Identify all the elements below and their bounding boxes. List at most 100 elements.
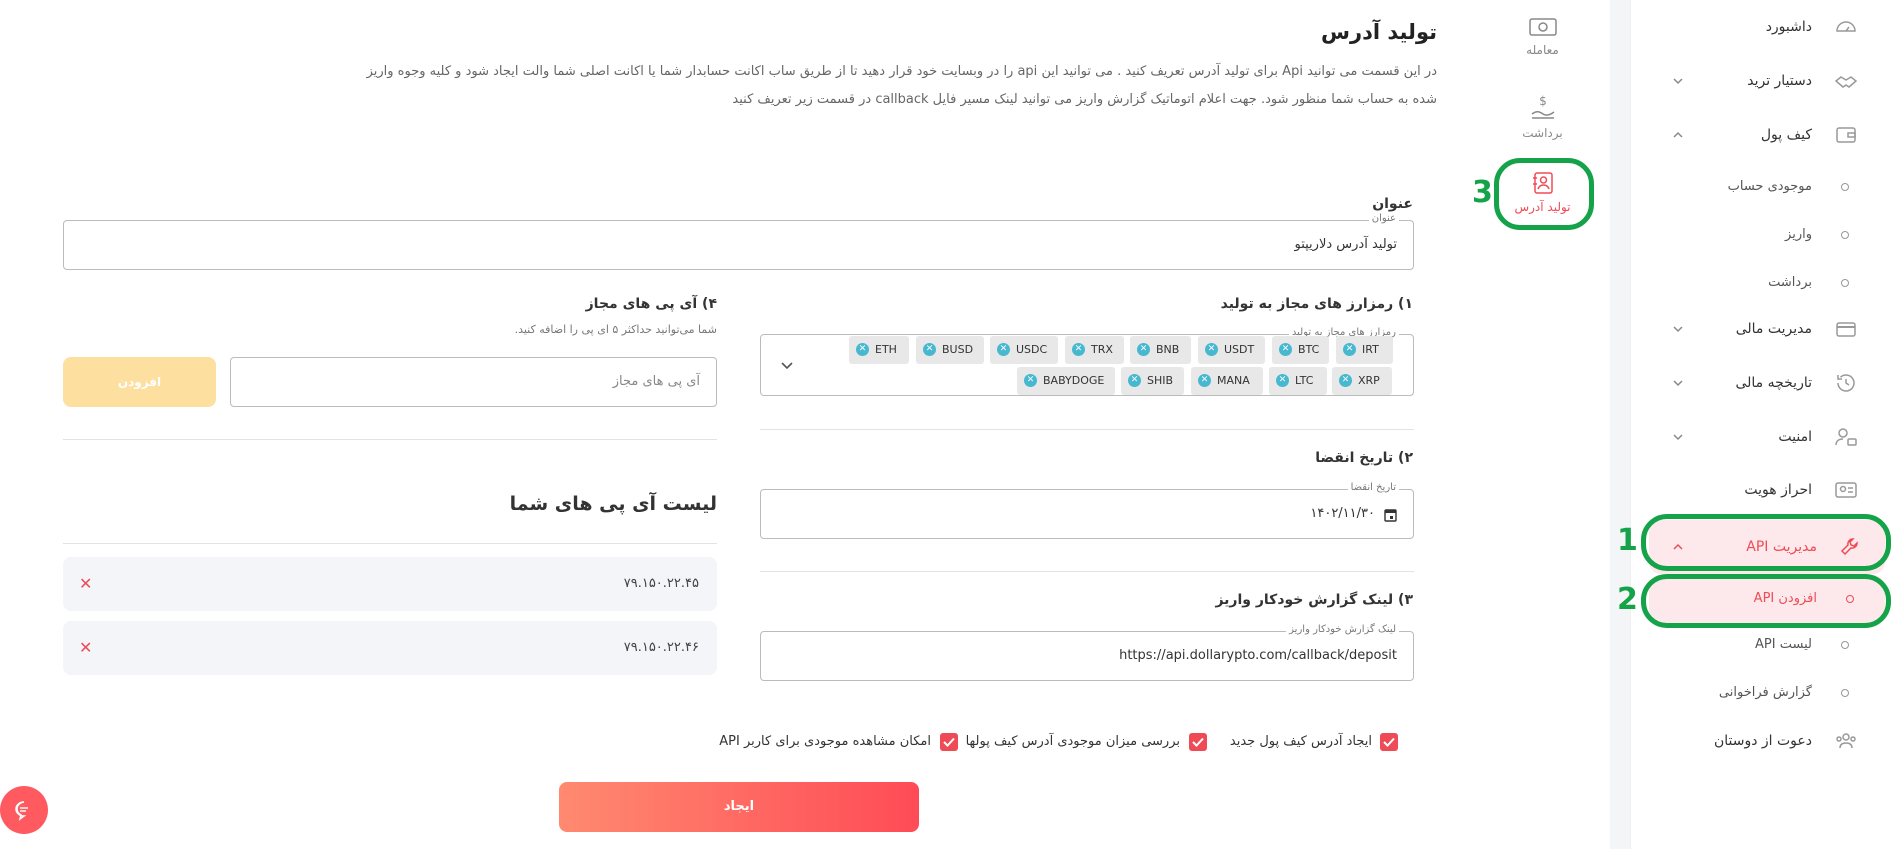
wallet-icon (1836, 127, 1856, 143)
close-icon[interactable]: ✕ (79, 621, 92, 675)
chevron-down-icon (1673, 78, 1683, 85)
sidebar-item-trade-assistant[interactable]: دستیار ترید (1631, 54, 1897, 108)
quick-action-withdraw[interactable]: $ برداشت (1475, 92, 1610, 172)
sidebar-subitem-deposit[interactable]: واریز (1631, 211, 1897, 259)
svg-text:$: $ (1539, 94, 1547, 108)
currency-chip[interactable]: ✕ BUSD (916, 336, 984, 364)
chat-button[interactable] (0, 786, 48, 834)
sidebar-item-label: موجودی حساب (1727, 179, 1812, 194)
ip-input[interactable]: آی پی های مجاز (230, 357, 717, 407)
chevron-down-icon[interactable] (779, 359, 795, 373)
expiry-date-input[interactable]: تاریخ انقضا ۱۴۰۲/۱۱/۳۰ (760, 482, 1414, 539)
quick-action-generate-address[interactable]: تولید آدرس (1475, 170, 1610, 250)
page-description-line1: در این قسمت می توانید Api برای تولید آدر… (366, 64, 1437, 79)
sidebar-item-label: افزودن API (1753, 591, 1817, 606)
currency-chip[interactable]: ✕ ETH (849, 336, 909, 364)
contact-book-icon (1532, 172, 1553, 194)
currency-chip[interactable]: ✕ LTC (1269, 367, 1327, 395)
annotation-number: 1 (1617, 523, 1638, 558)
sidebar-item-label: احراز هویت (1744, 482, 1812, 498)
divider (760, 571, 1414, 572)
close-icon[interactable]: ✕ (1276, 374, 1289, 387)
close-icon[interactable]: ✕ (1205, 343, 1218, 356)
close-icon[interactable]: ✕ (1198, 374, 1211, 387)
sidebar-item-label: مدیریت API (1746, 539, 1817, 555)
currency-chip[interactable]: ✕ USDC (990, 336, 1058, 364)
page-description-line2: شده به حساب شما منظور شود. جهت اعلام اتو… (732, 92, 1437, 107)
sidebar-subitem-add-api[interactable]: افزودن API (1649, 575, 1885, 623)
sidebar-item-label: داشبورد (1765, 19, 1812, 35)
divider (63, 439, 717, 440)
panel-separator (1610, 0, 1630, 849)
sidebar: داشبورد دستیار ترید کیف پول موجودی حساب … (1630, 0, 1897, 849)
sidebar-item-api-management[interactable]: مدیریت API (1649, 520, 1885, 574)
checkbox-new-wallet[interactable] (1380, 733, 1398, 751)
chevron-up-icon (1673, 131, 1683, 138)
close-icon[interactable]: ✕ (856, 343, 869, 356)
currency-chip[interactable]: ✕ BABYDOGE (1017, 367, 1115, 395)
close-icon[interactable]: ✕ (1339, 374, 1352, 387)
quick-action-trade[interactable]: معامله (1475, 15, 1610, 95)
sidebar-item-label: امنیت (1778, 429, 1812, 445)
sidebar-item-wallet[interactable]: کیف پول (1631, 108, 1897, 162)
sidebar-subitem-api-list[interactable]: لیست API (1631, 621, 1897, 669)
currency-chip[interactable]: ✕ USDT (1198, 336, 1265, 364)
chevron-down-icon (1673, 434, 1683, 441)
currency-chip[interactable]: ✕ TRX (1065, 336, 1124, 364)
checkbox-api-user-balance[interactable] (940, 733, 958, 751)
chat-icon (15, 801, 28, 821)
sidebar-subitem-call-report[interactable]: گزارش فراخوانی (1631, 669, 1897, 717)
ips-heading: ۴) آی پی های مجاز (585, 296, 717, 312)
currency-chip[interactable]: ✕ XRP (1332, 367, 1392, 395)
chip-label: USDC (1016, 343, 1048, 356)
currency-chip[interactable]: ✕ MANA (1191, 367, 1263, 395)
sidebar-subitem-withdraw[interactable]: برداشت (1631, 259, 1897, 307)
close-icon[interactable]: ✕ (1343, 343, 1356, 356)
chip-label: TRX (1091, 343, 1113, 356)
sidebar-item-finance[interactable]: مدیریت مالی (1631, 302, 1897, 356)
divider (760, 429, 1414, 430)
close-icon[interactable]: ✕ (1072, 343, 1085, 356)
close-icon[interactable]: ✕ (1137, 343, 1150, 356)
sidebar-item-kyc[interactable]: احراز هویت (1631, 463, 1897, 517)
check-icon (943, 737, 955, 747)
currency-chip[interactable]: ✕ IRT (1336, 336, 1393, 364)
expiry-label: تاریخ انقضا (1347, 482, 1399, 493)
quick-actions: معامله $ برداشت تولید آدرس (1475, 0, 1610, 849)
sidebar-item-history[interactable]: تاریخچه مالی (1631, 356, 1897, 410)
close-icon[interactable]: ✕ (1279, 343, 1292, 356)
close-icon[interactable]: ✕ (923, 343, 936, 356)
chip-label: BTC (1298, 343, 1320, 356)
currency-chip[interactable]: ✕ SHIB (1121, 367, 1184, 395)
currencies-heading: ۱) رمزارز های مجاز به تولید (1220, 296, 1413, 312)
quick-action-label: تولید آدرس (1514, 200, 1571, 214)
checkbox-label: ایجاد آدرس کیف پول جدید (1229, 734, 1372, 749)
title-heading: عنوان (1372, 196, 1413, 212)
calendar-icon[interactable] (1384, 508, 1397, 522)
close-icon[interactable]: ✕ (1024, 374, 1037, 387)
sidebar-item-invite[interactable]: دعوت از دوستان (1631, 714, 1897, 768)
create-button[interactable]: ایجاد (559, 782, 919, 832)
currency-chip[interactable]: ✕ BTC (1272, 336, 1329, 364)
quick-action-label: معامله (1526, 43, 1559, 57)
ip-input-placeholder: آی پی های مجاز (612, 374, 700, 389)
close-icon[interactable]: ✕ (79, 557, 92, 611)
title-input[interactable]: عنوان تولید آدرس دلاریپتو (63, 213, 1414, 270)
sidebar-item-security[interactable]: امنیت (1631, 410, 1897, 464)
checkbox-wallet-balance[interactable] (1189, 733, 1207, 751)
sidebar-item-label: تاریخچه مالی (1735, 375, 1812, 391)
chip-label: SHIB (1147, 374, 1174, 387)
bullet-icon (1841, 641, 1849, 649)
currency-chip[interactable]: ✕ BNB (1130, 336, 1191, 364)
add-ip-button[interactable]: افزودن (63, 357, 216, 407)
user-lock-icon (1835, 428, 1857, 446)
callback-url-input[interactable]: لینک گزارش خودکار واریز https://api.doll… (760, 624, 1414, 681)
close-icon[interactable]: ✕ (997, 343, 1010, 356)
close-icon[interactable]: ✕ (1128, 374, 1141, 387)
sidebar-subitem-balance[interactable]: موجودی حساب (1631, 163, 1897, 211)
sidebar-item-dashboard[interactable]: داشبورد (1631, 0, 1897, 54)
callback-heading: ۳) لینک گزارش خودکار واریز (1215, 592, 1413, 608)
chevron-down-icon (1673, 326, 1683, 333)
chip-label: IRT (1362, 343, 1379, 356)
sidebar-item-label: دستیار ترید (1747, 73, 1812, 89)
